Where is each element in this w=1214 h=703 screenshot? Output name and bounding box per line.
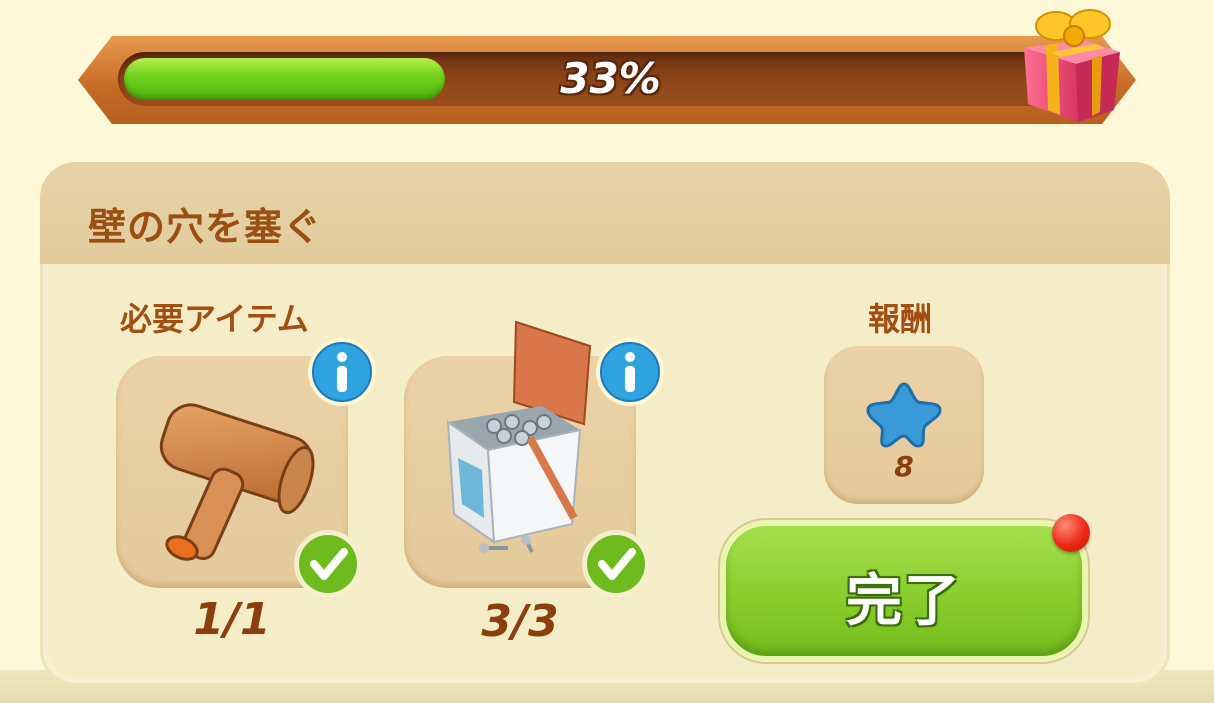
complete-button[interactable]: 完了 (726, 526, 1082, 656)
required-item-card[interactable] (404, 320, 664, 598)
gift-box-icon[interactable] (1014, 0, 1124, 124)
info-icon[interactable] (594, 336, 666, 408)
task-panel: 壁の穴を塞ぐ 必要アイテム 報酬 1/1 3/3 8 完了 (40, 162, 1170, 686)
required-items-label: 必要アイテム (120, 300, 309, 338)
reward-card: 8 (824, 346, 984, 504)
item-count: 1/1 (193, 594, 271, 645)
blue-star-icon (866, 382, 942, 448)
check-icon (582, 530, 650, 598)
notification-dot (1052, 514, 1090, 552)
task-title: 壁の穴を塞ぐ (88, 205, 323, 249)
required-item-card[interactable] (116, 338, 376, 598)
complete-button-label: 完了 (846, 569, 962, 634)
progress-bar: 33% (118, 52, 1103, 106)
check-icon (294, 530, 362, 598)
item-count: 3/3 (481, 596, 559, 647)
reward-label: 報酬 (868, 300, 933, 338)
nails-box-icon (446, 320, 592, 553)
info-icon[interactable] (306, 336, 378, 408)
reward-value: 8 (894, 450, 914, 483)
progress-percent: 33% (560, 54, 661, 103)
